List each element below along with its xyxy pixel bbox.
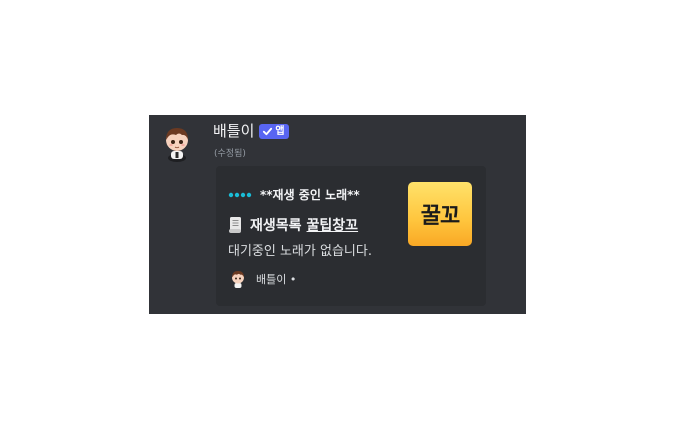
scroll-icon — [229, 217, 241, 233]
chat-message: 배틀이 앱 (수정됨) **재생 중인 노래** 재생목록 꿀팁창꼬 대기중인 … — [149, 115, 526, 314]
music-embed: **재생 중인 노래** 재생목록 꿀팁창꼬 대기중인 노래가 없습니다. 배틀… — [216, 166, 486, 306]
author-avatar[interactable] — [162, 124, 192, 162]
embed-footer-text: 배틀이 • — [256, 273, 297, 286]
edited-label: (수정됨) — [214, 149, 246, 159]
app-badge: 앱 — [259, 123, 289, 139]
embed-title: 재생목록 꿀팁창꼬 — [228, 214, 358, 236]
playlist-link[interactable]: 꿀팁창꼬 — [307, 215, 359, 235]
embed-description: 대기중인 노래가 없습니다. — [228, 244, 372, 259]
embed-header-text: **재생 중인 노래** — [260, 187, 360, 202]
embed-footer: 배틀이 • — [230, 270, 296, 288]
typing-dots-icon — [228, 192, 252, 198]
embed-title-prefix: 재생목록 — [250, 218, 302, 234]
author-row: 배틀이 앱 — [213, 121, 289, 141]
thumbnail-text: 꿀꼬 — [420, 204, 460, 229]
embed-header: **재생 중인 노래** — [228, 185, 360, 203]
app-badge-label: 앱 — [275, 125, 285, 137]
footer-avatar — [232, 271, 244, 288]
check-icon — [263, 127, 273, 135]
author-name[interactable]: 배틀이 — [213, 121, 254, 141]
embed-thumbnail[interactable]: 꿀꼬 — [408, 182, 472, 246]
